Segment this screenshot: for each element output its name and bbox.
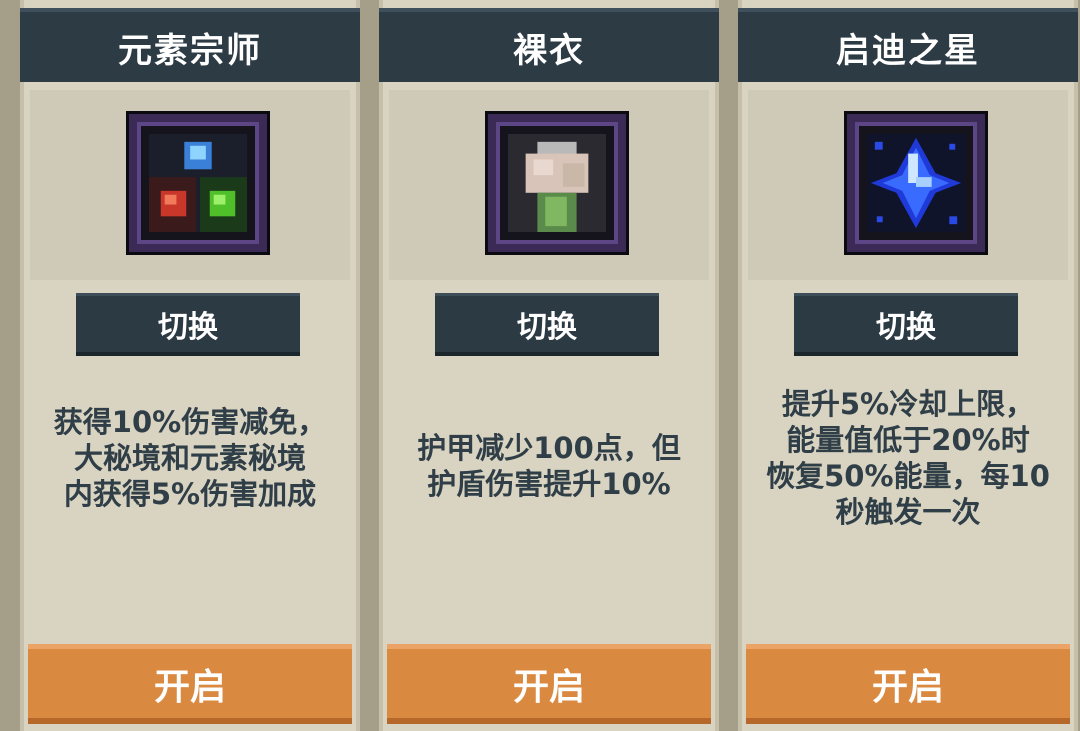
- bare-clothes-icon: [488, 114, 626, 252]
- switch-button[interactable]: 切换: [435, 293, 659, 356]
- card-description: 提升5%冷却上限， 能量值低于20%时 恢复50%能量，每10 秒触发一次: [766, 387, 1050, 529]
- talent-card-bare-clothes: 裸衣 切换 护甲减少100点，但 护盾伤害提升10% 开启: [379, 0, 719, 731]
- card-title: 元素宗师: [20, 8, 360, 82]
- icon-area: [748, 90, 1068, 280]
- card-title: 裸衣: [379, 8, 719, 82]
- card-title: 启迪之星: [738, 8, 1078, 82]
- open-button[interactable]: 开启: [28, 644, 352, 724]
- talent-card-elemental-master: 元素宗师 切换 获得10%伤害减免， 大秘境和元素秘境 内获得5%伤害加成 开启: [20, 0, 360, 731]
- card-description: 护甲减少100点，但 护盾伤害提升10%: [417, 431, 681, 501]
- card-description: 获得10%伤害减免， 大秘境和元素秘境 内获得5%伤害加成: [53, 405, 327, 511]
- switch-button[interactable]: 切换: [794, 293, 1018, 356]
- talent-card-star-of-enlightenment: 启迪之星 切换 提升5%冷却上限， 能量值低于20%时 恢复50%能量，每10 …: [738, 0, 1078, 731]
- blue-star-crystal-icon: [847, 114, 985, 252]
- open-button[interactable]: 开启: [387, 644, 711, 724]
- icon-area: [30, 90, 350, 280]
- icon-area: [389, 90, 709, 280]
- elemental-orbs-icon: [129, 114, 267, 252]
- open-button[interactable]: 开启: [746, 644, 1070, 724]
- switch-button[interactable]: 切换: [76, 293, 300, 356]
